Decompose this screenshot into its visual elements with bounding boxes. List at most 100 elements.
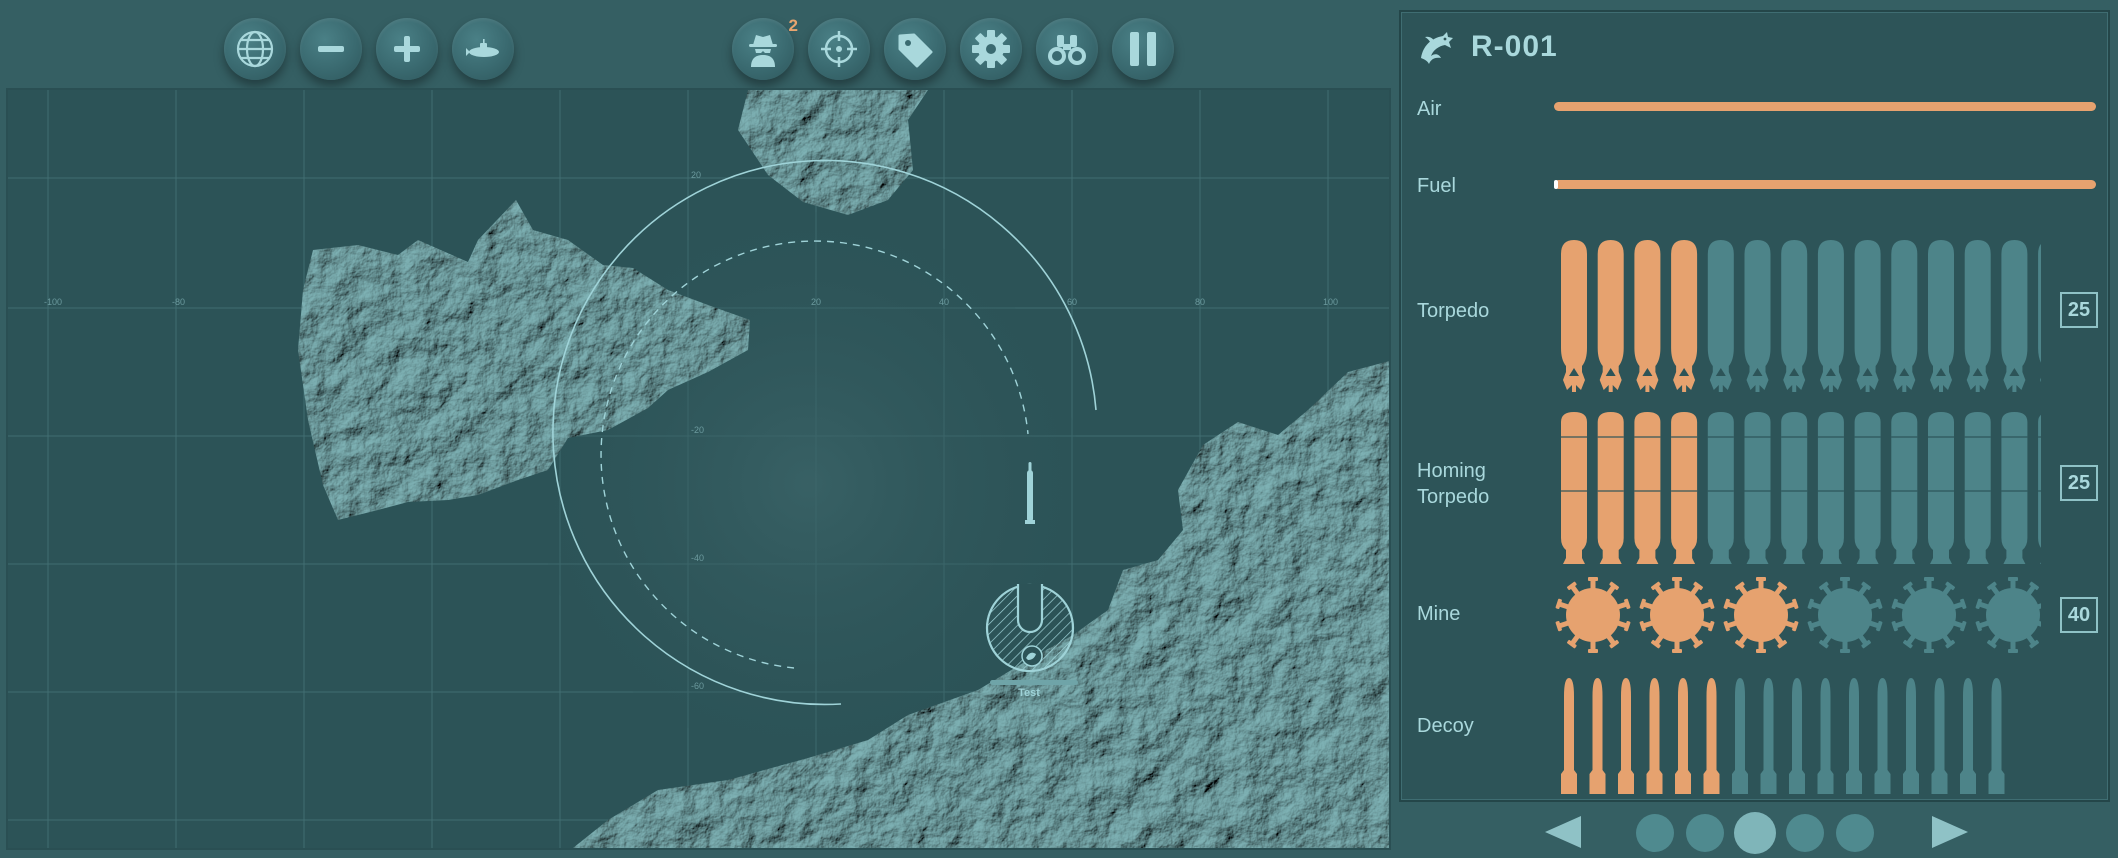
torpedo-slot [1891, 240, 1918, 392]
torpedo-slot [1781, 240, 1808, 392]
decoy-slot [1931, 678, 1948, 794]
svg-text:-100: -100 [44, 297, 62, 307]
torpedo-slot [1671, 240, 1698, 392]
svg-text:20: 20 [691, 170, 701, 180]
zoom-out-button[interactable] [300, 18, 362, 80]
svg-text:-20: -20 [691, 425, 704, 435]
mine-label: Mine [1417, 603, 1461, 625]
homing-torpedo-slot [1854, 412, 1881, 564]
dragon-icon [1421, 32, 1453, 64]
map-canvas: -100 -80 20 40 60 80 100 20 -20 -40 -60 [8, 90, 1389, 848]
globe-icon [236, 30, 274, 68]
torpedo-slot [2001, 240, 2028, 392]
homing-torpedo-slot [1707, 412, 1734, 564]
air-bar [1554, 102, 2096, 111]
settings-button[interactable] [960, 18, 1022, 80]
minus-icon [318, 46, 344, 52]
homing-torpedo-slot [1744, 412, 1771, 564]
mine-slot [1723, 577, 1799, 653]
svg-text:-80: -80 [172, 297, 185, 307]
decoy-inventory [1561, 678, 2005, 794]
decoy-slot [1675, 678, 1691, 794]
homing-torpedo-inventory [1561, 412, 2041, 564]
tag-icon [898, 33, 933, 68]
tactical-map[interactable]: -100 -80 20 40 60 80 100 20 -20 -40 -60 … [6, 88, 1391, 850]
homing-torpedo-slot [1891, 412, 1918, 564]
target-button[interactable] [808, 18, 870, 80]
pause-button[interactable] [1112, 18, 1174, 80]
torpedo-slot [1964, 240, 1991, 392]
air-label: Air [1417, 98, 1442, 120]
page-dot[interactable] [1836, 814, 1874, 852]
torpedo-slot [1707, 240, 1734, 392]
next-arrow-icon[interactable] [1930, 814, 1970, 850]
plus-icon [394, 36, 420, 62]
homing-torpedo-slot [1817, 412, 1844, 564]
decoy-slot [1960, 678, 1976, 794]
spy-button[interactable]: 2 [732, 16, 798, 80]
torpedo-slot [1744, 240, 1771, 392]
page-dot[interactable] [1636, 814, 1674, 852]
globe-button[interactable] [224, 18, 286, 80]
binoculars-button[interactable] [1036, 18, 1098, 80]
page-dot[interactable] [1734, 812, 1776, 854]
top-toolbar: 2 [0, 0, 1395, 88]
homing-torpedo-slot [1671, 412, 1698, 564]
decoy-slot [1874, 678, 1891, 794]
homing-torpedo-slot [1928, 412, 1954, 564]
homing-torpedo-slot [1597, 412, 1624, 564]
decoy-slot [1589, 678, 1606, 794]
decoy-slot [1646, 678, 1663, 794]
page-dot[interactable] [1786, 814, 1824, 852]
svg-text:60: 60 [1067, 297, 1077, 307]
crosshair-icon [821, 31, 857, 67]
decoy-slot [1903, 678, 1919, 794]
homing-label-line2: Torpedo [1417, 486, 1490, 508]
svg-text:40: 40 [939, 297, 949, 307]
submarine-button[interactable] [452, 18, 514, 80]
player-name-label: Test [1018, 687, 1040, 699]
decoy-slot [1703, 678, 1720, 794]
mine-count: 40 [2060, 597, 2098, 633]
torpedo-slot [1561, 240, 1587, 392]
homing-torpedo-slot [2038, 414, 2041, 564]
decoy-slot [1789, 678, 1805, 794]
homing-torpedo-slot [1561, 412, 1587, 564]
pause-icon [1130, 32, 1156, 66]
fuel-bar [1554, 180, 2096, 189]
torpedo-slot [1597, 240, 1624, 392]
previous-arrow-icon[interactable] [1543, 814, 1583, 850]
mine-slot [1807, 577, 1883, 653]
torpedo-slot [1634, 240, 1661, 392]
page-dot[interactable] [1686, 814, 1724, 852]
mine-slot [1891, 577, 1967, 653]
decoy-slot [1988, 678, 2005, 794]
mine-slot [1639, 577, 1715, 653]
homing-torpedo-label: Homing Torpedo [1417, 458, 1489, 510]
decoy-slot [1561, 678, 1577, 794]
homing-torpedo-slot [1964, 412, 1991, 564]
gear-icon [972, 30, 1010, 68]
spy-count-badge: 2 [788, 16, 798, 35]
decoy-slot [1732, 678, 1748, 794]
decoy-slot [1846, 678, 1862, 794]
submarine-icon [466, 39, 499, 57]
binoculars-icon [1048, 35, 1086, 65]
torpedo-slot [1817, 240, 1844, 392]
torpedo-slot [1854, 240, 1881, 392]
submarine-id: R-001 [1471, 30, 1558, 63]
svg-text:-60: -60 [691, 681, 704, 691]
svg-text:100: 100 [1323, 297, 1338, 307]
torpedo-slot [1928, 240, 1954, 392]
zoom-in-button[interactable] [376, 18, 438, 80]
tag-button[interactable] [884, 18, 946, 80]
spy-icon [749, 35, 777, 67]
torpedo-inventory [1561, 240, 2041, 392]
torpedo-label: Torpedo [1417, 300, 1490, 322]
homing-torpedo-slot [1781, 412, 1808, 564]
fuel-label: Fuel [1417, 175, 1456, 197]
decoy-slot [1760, 678, 1777, 794]
svg-text:20: 20 [811, 297, 821, 307]
mine-slot [1555, 577, 1631, 653]
homing-torpedo-count: 25 [2060, 465, 2098, 501]
